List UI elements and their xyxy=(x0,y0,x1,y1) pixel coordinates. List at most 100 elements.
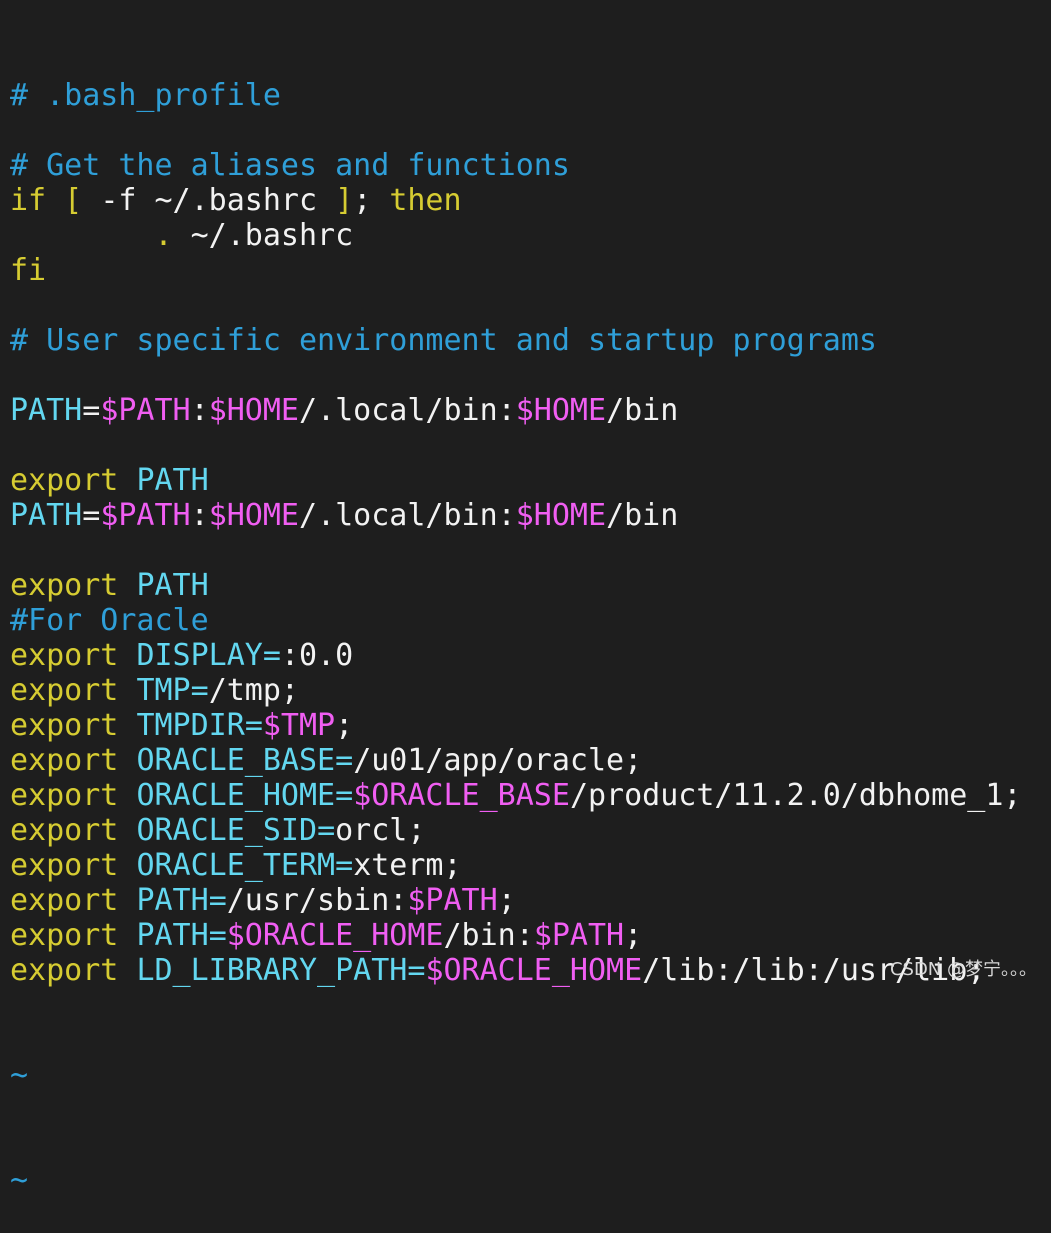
code-token: ORACLE_HOME xyxy=(136,778,336,813)
code-token: $PATH xyxy=(100,393,191,428)
code-token: = xyxy=(262,638,281,673)
code-token: # .bash_profile xyxy=(10,78,281,113)
watermark: CSDN @梦宁。。。 xyxy=(889,959,1037,980)
code-token: PATH xyxy=(136,568,209,603)
code-token: $PATH xyxy=(533,918,625,953)
empty-line-marker: ~ xyxy=(10,1163,29,1198)
code-token: -f ~/.bashrc xyxy=(100,183,336,218)
code-token: export xyxy=(10,813,119,848)
code-token: # Get the aliases and functions xyxy=(10,148,570,183)
code-token: /bin xyxy=(606,393,679,428)
code-token: = xyxy=(82,498,101,533)
code-token: = xyxy=(407,953,426,988)
code-token: . xyxy=(154,218,173,253)
code-token: ORACLE_TERM xyxy=(136,848,336,883)
code-line: # .bash_profile xyxy=(10,78,1051,113)
code-token: /bin xyxy=(606,498,679,533)
code-token: /tmp; xyxy=(208,673,299,708)
code-token: DISPLAY xyxy=(136,638,263,673)
code-token: ; xyxy=(353,183,390,218)
code-line: . ~/.bashrc xyxy=(10,218,1051,253)
code-token: : xyxy=(190,393,209,428)
code-token: export xyxy=(10,463,119,498)
code-token: /product/11.2.0/dbhome_1; xyxy=(569,778,1022,813)
code-token: TMP xyxy=(136,673,191,708)
code-line: # Get the aliases and functions xyxy=(10,148,1051,183)
code-token: = xyxy=(82,393,101,428)
code-line: export ORACLE_TERM=xterm; xyxy=(10,848,1051,883)
code-line: fi xyxy=(10,253,1051,288)
code-token: PATH xyxy=(136,918,209,953)
code-token: export xyxy=(10,673,119,708)
code-token: = xyxy=(317,813,336,848)
code-editor[interactable]: # .bash_profile # Get the aliases and fun… xyxy=(10,8,1051,1233)
code-token: #For Oracle xyxy=(10,603,209,638)
code-line: export DISPLAY=:0.0 xyxy=(10,638,1051,673)
code-token: orcl; xyxy=(335,813,426,848)
code-token: PATH xyxy=(136,463,209,498)
code-token: export xyxy=(10,743,119,778)
code-token: ~/.bashrc xyxy=(172,218,354,253)
code-token: export xyxy=(10,883,119,918)
code-token: = xyxy=(335,778,354,813)
code-token: ORACLE_SID xyxy=(136,813,318,848)
code-token: then xyxy=(389,183,462,218)
code-token: /.local/bin: xyxy=(299,393,516,428)
code-token: :0.0 xyxy=(280,638,354,673)
code-token: export xyxy=(10,638,119,673)
code-token: PATH xyxy=(136,883,209,918)
code-lines: # .bash_profile # Get the aliases and fun… xyxy=(10,78,1051,988)
code-token: = xyxy=(208,918,227,953)
code-token: = xyxy=(208,883,227,918)
code-token: TMPDIR xyxy=(136,708,245,743)
empty-line-marker: ~ xyxy=(10,1058,29,1093)
code-token: export xyxy=(10,918,119,953)
code-token: ; xyxy=(497,883,516,918)
code-token: : xyxy=(190,498,209,533)
code-token: = xyxy=(335,743,354,778)
code-line: export TMPDIR=$TMP; xyxy=(10,708,1051,743)
code-token: export xyxy=(10,848,119,883)
code-token: $TMP xyxy=(262,708,336,743)
code-line: PATH=$PATH:$HOME/.local/bin:$HOME/bin xyxy=(10,393,1051,428)
code-token: = xyxy=(335,848,354,883)
code-token: export xyxy=(10,953,119,988)
code-token: $HOME xyxy=(515,498,607,533)
code-token: $PATH xyxy=(407,883,498,918)
code-line: PATH=$PATH:$HOME/.local/bin:$HOME/bin xyxy=(10,498,1051,533)
code-token: ORACLE_BASE xyxy=(136,743,336,778)
code-token: $HOME xyxy=(515,393,607,428)
code-token: = xyxy=(244,708,263,743)
code-line: export PATH xyxy=(10,463,1051,498)
code-token: /usr/sbin: xyxy=(226,883,408,918)
code-token: xterm; xyxy=(353,848,462,883)
code-token: $ORACLE_HOME xyxy=(425,953,643,988)
code-line: export PATH=/usr/sbin:$PATH; xyxy=(10,883,1051,918)
code-token: ] xyxy=(335,183,354,218)
code-token: fi xyxy=(10,253,47,288)
code-token: export xyxy=(10,708,119,743)
code-token: $ORACLE_BASE xyxy=(353,778,570,813)
code-token: $HOME xyxy=(208,393,299,428)
code-line: if [ -f ~/.bashrc ]; then xyxy=(10,183,1051,218)
code-token: = xyxy=(190,673,209,708)
code-token: export xyxy=(10,778,119,813)
code-line: export ORACLE_SID=orcl; xyxy=(10,813,1051,848)
code-line: #For Oracle xyxy=(10,603,1051,638)
